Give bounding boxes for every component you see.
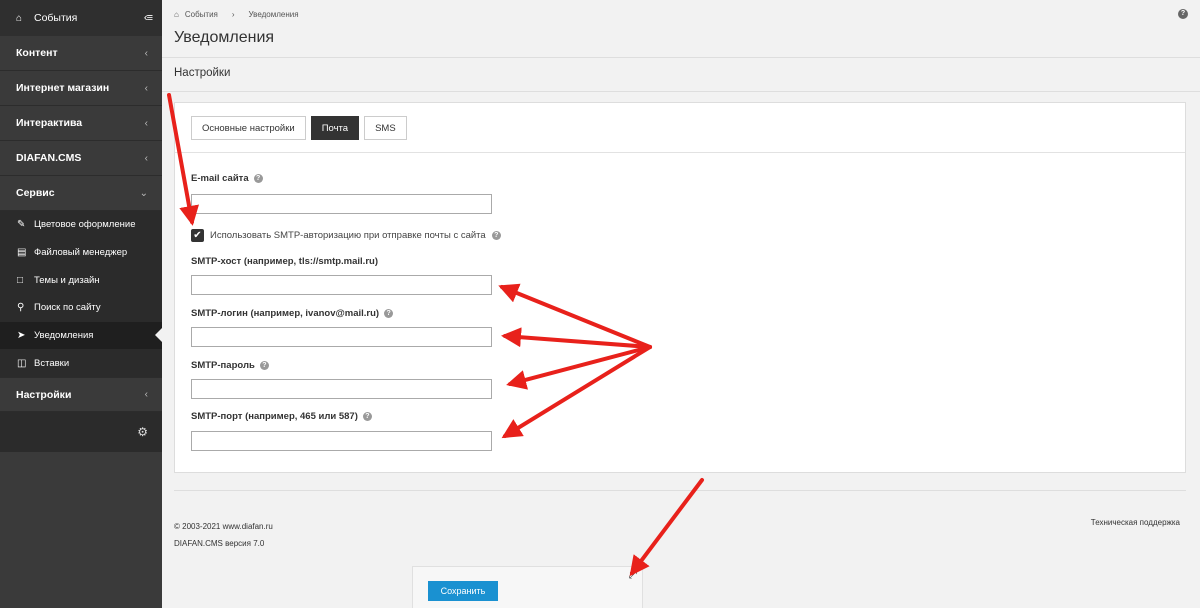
sidebar-section-label: Сервис <box>16 187 55 199</box>
help-icon[interactable]: ? <box>259 361 269 370</box>
brush-icon: ✎ <box>17 219 26 231</box>
save-bar: Сохранить ⤢ <box>412 566 643 608</box>
home-icon: ⌂ <box>16 12 23 24</box>
search-icon: ⚲ <box>17 302 25 314</box>
help-icon[interactable]: ? <box>491 231 501 240</box>
smtp-port-label-text: SMTP-порт (например, 465 или 587) <box>191 411 358 422</box>
home-icon: ⌂ <box>174 10 179 19</box>
sidebar-item-themes[interactable]: □ Темы и дизайн <box>0 266 162 294</box>
chevron-left-icon: ‹ <box>144 152 148 164</box>
divider <box>162 57 1200 58</box>
tab-sms[interactable]: SMS <box>364 116 407 140</box>
sidebar-section-label: DIAFAN.CMS <box>16 152 82 164</box>
sidebar-top-label: События <box>34 12 78 24</box>
smtp-auth-row: ✔ Использовать SMTP-авторизацию при отпр… <box>191 229 501 242</box>
smtp-auth-label: Использовать SMTP-авторизацию при отправ… <box>210 230 486 241</box>
sidebar-item-label: Поиск по сайту <box>34 302 101 314</box>
sidebar-section-interactive[interactable]: Интерактива ‹ <box>0 106 162 141</box>
paste-icon: ◫ <box>17 357 27 369</box>
sidebar-section-shop[interactable]: Интернет магазин ‹ <box>0 71 162 106</box>
sidebar-section-label: Контент <box>16 47 58 59</box>
save-button[interactable]: Сохранить <box>428 581 498 601</box>
sidebar-item-inserts[interactable]: ◫ Вставки <box>0 349 162 377</box>
divider <box>174 490 1186 491</box>
tab-bar: Основные настройки Почта SMS <box>191 116 407 140</box>
tab-general[interactable]: Основные настройки <box>191 116 306 140</box>
sidebar-top-events[interactable]: ⌂ События ‹≡ <box>0 0 162 36</box>
chevron-left-icon: ‹ <box>144 82 148 94</box>
sidebar-item-label: Вставки <box>34 357 70 369</box>
sidebar-item-label: Уведомления <box>34 330 94 342</box>
sidebar-item-notifications[interactable]: ➤ Уведомления <box>0 321 162 350</box>
paper-plane-icon: ➤ <box>17 330 26 342</box>
sidebar-item-colors[interactable]: ✎ Цветовое оформление <box>0 211 162 239</box>
sidebar-item-label: Темы и дизайн <box>34 274 100 286</box>
file-icon: ▤ <box>17 247 27 259</box>
sidebar-settings-bar: ⚙ <box>0 412 162 453</box>
smtp-host-field[interactable] <box>191 275 492 295</box>
main-content: ⌂ События › Уведомления ? Уведомления На… <box>162 0 1200 608</box>
help-icon[interactable]: ? <box>253 174 263 183</box>
footer-copyright[interactable]: © 2003-2021 www.diafan.ru <box>174 518 273 535</box>
chevron-left-icon: ‹ <box>144 47 148 59</box>
smtp-login-field[interactable] <box>191 327 492 347</box>
divider <box>162 91 1200 92</box>
sidebar: ⌂ События ‹≡ Контент ‹ Интернет магазин … <box>0 0 162 608</box>
help-icon[interactable]: ? <box>384 309 394 318</box>
email-label-text: E-mail сайта <box>191 173 249 184</box>
sidebar-section-diafan[interactable]: DIAFAN.CMS ‹ <box>0 141 162 176</box>
settings-panel: Основные настройки Почта SMS E-mail сайт… <box>174 102 1186 473</box>
breadcrumb-current[interactable]: Уведомления <box>249 10 299 19</box>
breadcrumb-separator: › <box>231 10 235 19</box>
smtp-password-label-text: SMTP-пароль <box>191 360 255 371</box>
help-icon[interactable]: ? <box>1178 9 1188 19</box>
smtp-auth-checkbox[interactable]: ✔ <box>191 229 204 242</box>
sidebar-section-content[interactable]: Контент ‹ <box>0 36 162 71</box>
sidebar-item-file-manager[interactable]: ▤ Файловый менеджер <box>0 239 162 267</box>
footer-info: © 2003-2021 www.diafan.ru DIAFAN.CMS вер… <box>174 518 273 552</box>
page-title: Уведомления <box>174 29 275 46</box>
sidebar-section-label: Настройки <box>16 388 72 401</box>
sidebar-section-settings[interactable]: Настройки ‹ <box>0 377 162 413</box>
service-submenu: ✎ Цветовое оформление ▤ Файловый менедже… <box>0 211 162 378</box>
breadcrumb: ⌂ События › Уведомления <box>174 10 299 19</box>
expand-icon[interactable]: ⤢ <box>629 570 637 581</box>
smtp-host-label: SMTP-хост (например, tls://smtp.mail.ru) <box>191 256 378 267</box>
smtp-password-field[interactable] <box>191 379 492 399</box>
sidebar-item-label: Файловый менеджер <box>34 247 128 259</box>
footer-version: DIAFAN.CMS версия 7.0 <box>174 539 265 548</box>
chevron-left-icon: ‹ <box>144 389 148 401</box>
smtp-login-label: SMTP-логин (например, ivanov@mail.ru) ? <box>191 308 394 319</box>
divider <box>175 152 1185 153</box>
email-label: E-mail сайта ? <box>191 173 263 184</box>
help-icon[interactable]: ? <box>362 412 372 421</box>
menu-toggle-icon[interactable]: ‹≡ <box>144 12 153 24</box>
smtp-port-label: SMTP-порт (например, 465 или 587) ? <box>191 411 372 422</box>
chevron-left-icon: ‹ <box>144 117 148 129</box>
gear-icon[interactable]: ⚙ <box>137 425 148 439</box>
sidebar-section-label: Интерактива <box>16 117 83 129</box>
smtp-password-label: SMTP-пароль ? <box>191 360 269 371</box>
sidebar-section-label: Интернет магазин <box>16 82 110 94</box>
sidebar-section-service[interactable]: Сервис ⌄ <box>0 176 162 211</box>
section-title: Настройки <box>174 67 231 79</box>
chevron-down-icon: ⌄ <box>139 187 148 199</box>
smtp-login-label-text: SMTP-логин (например, ivanov@mail.ru) <box>191 308 380 319</box>
smtp-port-field[interactable] <box>191 431 492 451</box>
email-field[interactable] <box>191 194 492 214</box>
document-icon: □ <box>17 274 24 286</box>
sidebar-item-search[interactable]: ⚲ Поиск по сайту <box>0 294 162 322</box>
breadcrumb-home[interactable]: События <box>185 10 218 19</box>
support-link[interactable]: Техническая поддержка <box>1091 518 1180 527</box>
sidebar-item-label: Цветовое оформление <box>34 219 136 231</box>
smtp-host-label-text: SMTP-хост (например, tls://smtp.mail.ru) <box>191 256 378 267</box>
tab-mail[interactable]: Почта <box>310 116 360 140</box>
